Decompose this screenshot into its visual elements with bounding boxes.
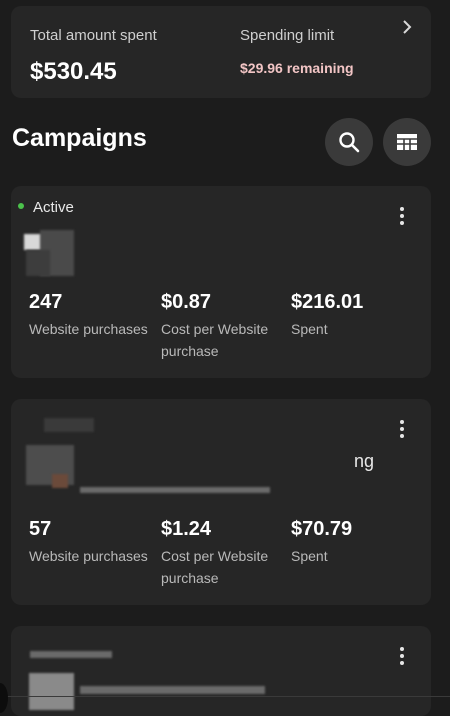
spending-remaining-value: $29.96 remaining [240, 60, 354, 76]
chevron-right-icon[interactable] [402, 20, 412, 39]
campaigns-title: Campaigns [12, 124, 147, 152]
metric-value: $0.87 [161, 291, 212, 313]
metric-label: Website purchases [29, 548, 148, 564]
metric-label: Spent [291, 321, 328, 337]
metric-value: $1.24 [161, 518, 212, 540]
floating-action-edge[interactable] [0, 683, 8, 713]
metric-label: Spent [291, 548, 328, 564]
more-options-icon[interactable] [399, 420, 405, 441]
campaign-status: Active [18, 199, 74, 216]
search-icon [339, 132, 360, 153]
metric-label: Cost per Website purchase [161, 548, 269, 586]
campaign-name-fragment: ng [354, 451, 375, 471]
campaign-thumbnail [29, 673, 74, 710]
metric-value: 57 [29, 518, 52, 540]
campaign-status-label: Active [33, 199, 74, 216]
metric-value: $216.01 [291, 291, 364, 313]
campaign-card[interactable] [11, 626, 431, 716]
more-options-icon[interactable] [399, 647, 405, 668]
metric-label: Cost per Website purchase [161, 321, 269, 359]
total-spent-value: $530.45 [30, 58, 117, 85]
metric-value: 247 [29, 291, 63, 313]
metric-value: $70.79 [291, 518, 353, 540]
metric-label: Website purchases [29, 321, 148, 337]
search-button[interactable] [325, 118, 373, 166]
active-status-dot [18, 203, 24, 210]
spending-limit-label: Spending limit [240, 27, 335, 44]
total-spent-label: Total amount spent [30, 27, 157, 44]
bottom-divider [0, 696, 450, 697]
table-icon [397, 134, 417, 150]
more-options-icon[interactable] [399, 207, 405, 228]
table-view-button[interactable] [383, 118, 431, 166]
spending-summary-card[interactable]: Total amount spent $530.45 Spending limi… [11, 6, 431, 98]
